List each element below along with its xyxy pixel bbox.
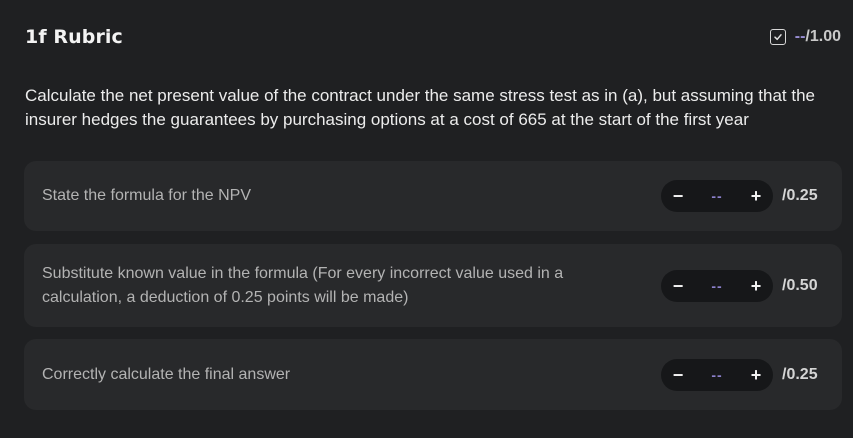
score-stepper: − -- + (661, 180, 773, 212)
total-score-value: --/1.00 (795, 28, 841, 46)
score-value[interactable]: -- (711, 278, 722, 294)
rubric-panel: 1f Rubric --/1.00 Calculate the net pres… (0, 0, 853, 438)
total-score: --/1.00 (769, 28, 841, 46)
max-points: /0.50 (782, 276, 818, 294)
rubric-header: 1f Rubric --/1.00 (25, 24, 841, 50)
criterion-card: State the formula for the NPV − -- + /0.… (24, 161, 842, 231)
criterion-label: State the formula for the NPV (42, 187, 251, 204)
decrement-button[interactable]: − (671, 187, 685, 205)
score-stepper: − -- + (661, 269, 773, 302)
criterion-label: Substitute known value in the formula (F… (42, 264, 564, 306)
max-points: /0.25 (782, 365, 818, 383)
criterion-card: Substitute known value in the formula (F… (24, 244, 842, 327)
decrement-button[interactable]: − (671, 277, 685, 295)
increment-button[interactable]: + (749, 277, 763, 295)
total-score-max: /1.00 (805, 28, 841, 45)
criterion-scorer: − -- + /0.50 (661, 269, 824, 302)
max-points: /0.25 (782, 187, 818, 204)
increment-button[interactable]: + (749, 366, 763, 384)
increment-button[interactable]: + (749, 187, 763, 205)
question-text: Calculate the net present value of the c… (25, 86, 815, 129)
criterion-scorer: − -- + /0.25 (661, 180, 824, 212)
total-score-current: -- (794, 28, 806, 45)
criterion-card: Correctly calculate the final answer − -… (24, 339, 842, 410)
criterion-label: Correctly calculate the final answer (42, 365, 291, 383)
score-value[interactable]: -- (711, 188, 722, 204)
score-stepper: − -- + (661, 358, 773, 391)
decrement-button[interactable]: − (671, 366, 685, 384)
score-value[interactable]: -- (711, 367, 722, 383)
checkbox-check-icon[interactable] (769, 29, 786, 45)
criterion-scorer: − -- + /0.25 (661, 358, 824, 391)
rubric-title: 1f Rubric (25, 26, 123, 48)
